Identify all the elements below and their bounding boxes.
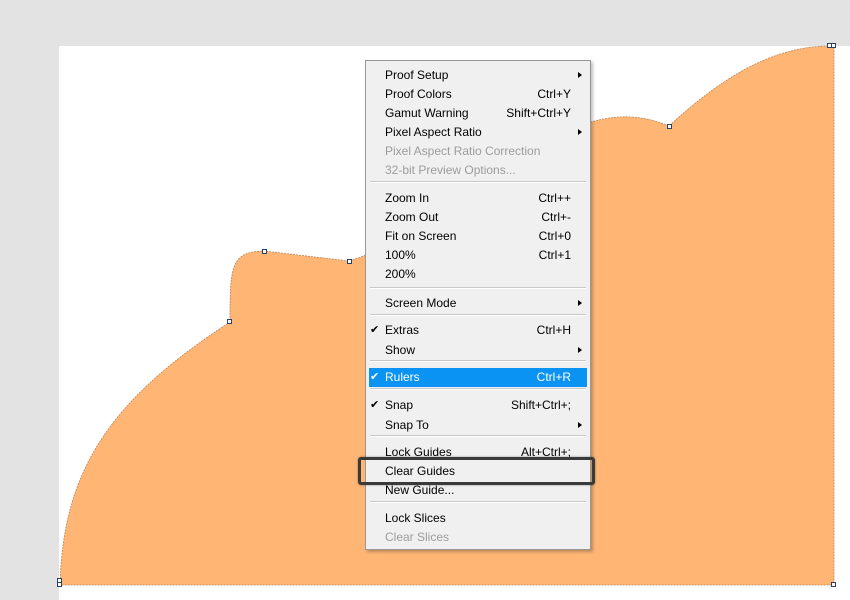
menu-item-label: Zoom In bbox=[385, 191, 430, 205]
checkmark-icon: ✔ bbox=[370, 371, 380, 383]
menu-item-label: 32-bit Preview Options... bbox=[385, 163, 516, 177]
anchor-point bbox=[347, 259, 352, 264]
menu-separator bbox=[370, 360, 586, 362]
menu-separator bbox=[370, 287, 586, 289]
menu-item-label: Pixel Aspect Ratio bbox=[385, 125, 482, 139]
anchor-point bbox=[227, 319, 232, 324]
menu-item-label: 200% bbox=[385, 267, 416, 281]
menu-item-label: Rulers bbox=[385, 370, 420, 384]
menu-item-screen-mode[interactable]: Screen Mode bbox=[369, 294, 587, 313]
menu-separator bbox=[370, 435, 586, 437]
menu-item-label: Proof Colors bbox=[385, 87, 452, 101]
menu-item-shortcut: Shift+Ctrl+; bbox=[510, 398, 571, 412]
menu-separator bbox=[370, 501, 586, 503]
menu-item-zoom-in[interactable]: Zoom In Ctrl++ bbox=[369, 189, 587, 208]
anchor-point bbox=[667, 124, 672, 129]
checkmark-icon: ✔ bbox=[370, 399, 380, 411]
submenu-arrow-icon bbox=[578, 129, 582, 135]
submenu-arrow-icon bbox=[578, 422, 582, 428]
menu-item-pixel-aspect-ratio[interactable]: Pixel Aspect Ratio bbox=[369, 123, 587, 142]
menu-item-label: Pixel Aspect Ratio Correction bbox=[385, 144, 541, 158]
anchor-point bbox=[57, 578, 62, 583]
menu-item-shortcut: Ctrl+- bbox=[541, 210, 571, 224]
submenu-arrow-icon bbox=[578, 300, 582, 306]
menu-item-show[interactable]: Show bbox=[369, 341, 587, 360]
anchor-point bbox=[831, 582, 836, 587]
menu-item-shortcut: Ctrl+H bbox=[536, 323, 571, 337]
menu-item-shortcut: Ctrl+0 bbox=[538, 229, 571, 243]
menu-item-label: Lock Slices bbox=[385, 511, 446, 525]
menu-item-rulers[interactable]: ✔ Rulers Ctrl+R bbox=[369, 368, 587, 387]
menu-item-label: 100% bbox=[385, 248, 416, 262]
menu-item-shortcut: Ctrl++ bbox=[538, 191, 571, 205]
menu-item-label: Extras bbox=[385, 323, 420, 337]
menu-item-label: Gamut Warning bbox=[385, 106, 469, 120]
menu-separator bbox=[370, 314, 586, 316]
menu-item-lock-slices[interactable]: Lock Slices bbox=[369, 509, 587, 528]
menu-separator bbox=[370, 181, 586, 183]
menu-separator bbox=[370, 388, 586, 390]
menu-item-label: Clear Slices bbox=[385, 530, 450, 544]
menu-item-clear-slices[interactable]: Clear Slices bbox=[369, 528, 587, 547]
menu-item-shortcut: Ctrl+R bbox=[536, 370, 571, 384]
menu-item-label: Screen Mode bbox=[385, 296, 457, 310]
menu-item-proof-colors[interactable]: Proof Colors Ctrl+Y bbox=[369, 85, 587, 104]
menu-item-shortcut: Ctrl+1 bbox=[538, 248, 571, 262]
menu-item-32-bit-preview-options[interactable]: 32-bit Preview Options... bbox=[369, 161, 587, 180]
anchor-point bbox=[57, 582, 62, 587]
submenu-arrow-icon bbox=[578, 347, 582, 353]
menu-item-snap-to[interactable]: Snap To bbox=[369, 416, 587, 435]
anchor-point bbox=[831, 43, 836, 48]
clear-guides-highlight bbox=[358, 457, 595, 485]
menu-item-snap[interactable]: ✔ Snap Shift+Ctrl+; bbox=[369, 396, 587, 415]
anchor-point bbox=[827, 43, 832, 48]
menu-item-label: Zoom Out bbox=[385, 210, 439, 224]
menu-item-proof-setup[interactable]: Proof Setup bbox=[369, 66, 587, 85]
menu-item-label: Show bbox=[385, 343, 416, 357]
menu-item-label: Snap bbox=[385, 398, 414, 412]
menu-item-label: Snap To bbox=[385, 418, 429, 432]
submenu-arrow-icon bbox=[578, 72, 582, 78]
menu-item-200[interactable]: 200% bbox=[369, 265, 587, 284]
checkmark-icon: ✔ bbox=[370, 324, 380, 336]
menu-item-zoom-out[interactable]: Zoom Out Ctrl+- bbox=[369, 208, 587, 227]
menu-item-shortcut: Shift+Ctrl+Y bbox=[506, 106, 571, 120]
menu-item-label: Fit on Screen bbox=[385, 229, 457, 243]
menu-item-label: Proof Setup bbox=[385, 68, 449, 82]
menu-item-extras[interactable]: ✔ Extras Ctrl+H bbox=[369, 321, 587, 340]
menu-item-shortcut: Ctrl+Y bbox=[537, 87, 571, 101]
anchor-point bbox=[262, 249, 267, 254]
menu-item-100[interactable]: 100% Ctrl+1 bbox=[369, 246, 587, 265]
menu-item-pixel-aspect-ratio-correction[interactable]: Pixel Aspect Ratio Correction bbox=[369, 142, 587, 161]
menu-item-gamut-warning[interactable]: Gamut Warning Shift+Ctrl+Y bbox=[369, 104, 587, 123]
menu-item-fit-on-screen[interactable]: Fit on Screen Ctrl+0 bbox=[369, 227, 587, 246]
